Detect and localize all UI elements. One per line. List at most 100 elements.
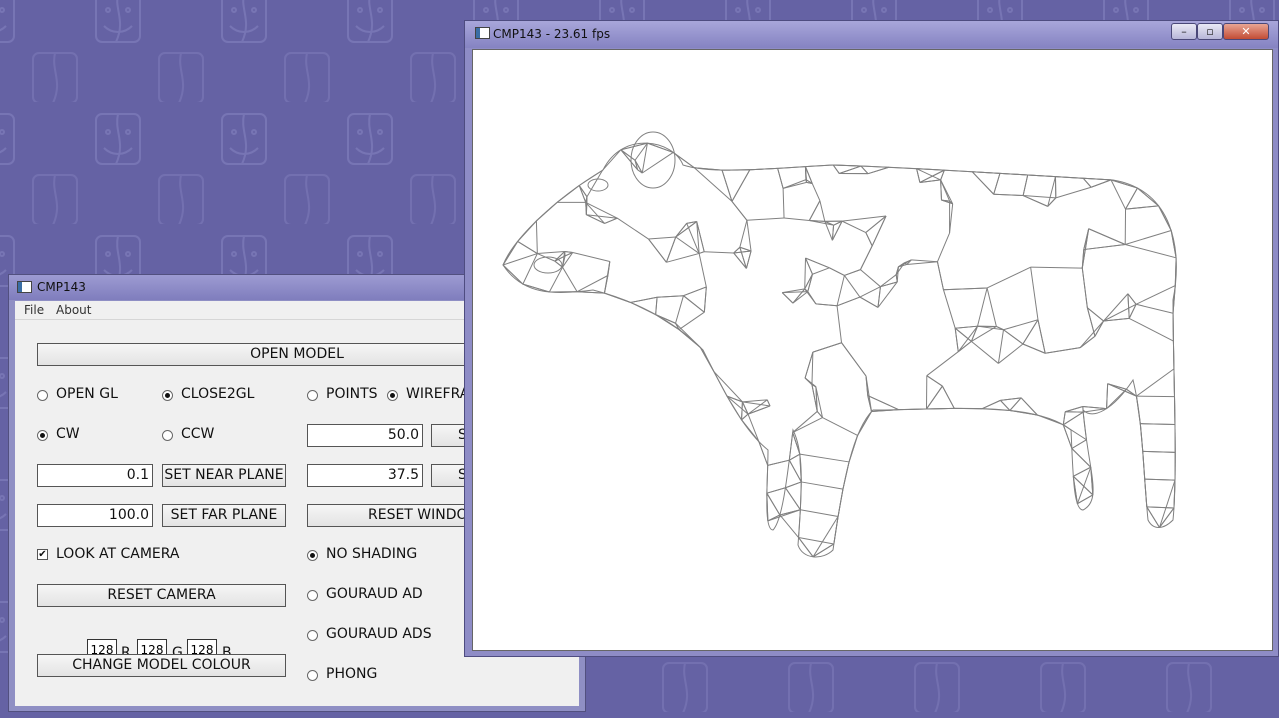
mesh-edge [789,453,801,461]
mesh-edge [842,461,850,490]
render-window-titlebar[interactable]: CMP143 - 23.61 fps – ▫ ✕ [465,21,1278,48]
mesh-edge [1079,335,1096,349]
mesh-edge [942,289,956,329]
mesh-edge [837,488,844,517]
mesh-edge [798,537,834,545]
far-plane-input[interactable]: 100.0 [37,504,153,527]
mesh-edge [1135,303,1174,314]
render-window-title: CMP143 - 23.61 fps [493,27,611,41]
mesh-edge [1045,347,1081,354]
mesh-edge [926,351,959,377]
radio-points[interactable]: POINTS [307,385,387,405]
mesh-edge [1144,478,1176,481]
mesh-edge [779,514,799,538]
mesh-edge [1063,411,1084,426]
fov-horizontal-input[interactable]: 50.0 [307,424,423,447]
mesh-edge [1127,293,1137,305]
mesh-edge [1146,506,1174,509]
radio-ccw[interactable]: CCW [162,425,232,445]
mesh-edge [807,274,813,292]
mesh-edge [805,164,834,168]
maximize-button[interactable]: ▫ [1197,23,1223,40]
render-viewport[interactable] [472,49,1273,651]
mesh-edge [741,413,749,421]
mesh-edge [1081,268,1088,308]
mesh-edge [556,185,580,203]
mesh-edge [1082,405,1107,410]
radio-cw[interactable]: CW [37,425,97,445]
change-model-colour-button[interactable]: CHANGE MODEL COLOUR [37,654,286,677]
mesh-edge [842,215,887,222]
mesh-edge [726,395,749,415]
radio-circle-selected [387,390,398,401]
mesh-edge [871,215,887,247]
close-button[interactable]: ✕ [1223,23,1269,40]
mesh-edge [655,297,658,315]
mesh-edge [576,275,609,293]
mesh-edge [758,441,769,466]
mesh-edge [548,266,563,293]
mesh-edge [1106,388,1127,409]
minimize-button[interactable]: – [1171,23,1197,40]
mesh-edge [731,201,748,221]
mesh-edge [1106,383,1109,409]
mesh-edge [819,200,826,222]
radio-circle-selected [162,390,173,401]
radio-no-shading-label: NO SHADING [326,546,418,562]
radio-wireframe-label: WIREFRA [406,386,470,402]
mesh-edge [648,236,676,240]
mesh-edge [655,314,676,324]
radio-phong[interactable]: PHONG [307,665,407,685]
mesh-edge [798,509,801,538]
mesh-edge [747,405,771,415]
reset-camera-button[interactable]: RESET CAMERA [37,584,286,607]
mesh-edge [739,220,748,248]
radio-gouraud-ad-label: GOURAUD AD [326,586,423,602]
look-at-camera-checkbox[interactable]: ✔ LOOK AT CAMERA [37,545,197,565]
radio-no-shading[interactable]: NO SHADING [307,545,437,565]
radio-circle [162,430,173,441]
mesh-edge [1158,205,1172,231]
set-far-plane-button[interactable]: SET FAR PLANE [162,504,286,527]
mesh-edge [898,408,927,411]
mesh-edge [822,417,858,436]
mesh-edge [1082,177,1092,188]
mesh-edge [1065,405,1084,413]
mesh-edge [1144,479,1148,507]
mesh-edge [1082,412,1087,440]
mesh-edge [517,241,538,254]
mesh-edge [1072,476,1078,504]
mesh-edge [630,296,658,303]
mesh-edge [1129,317,1174,342]
mesh-edge [749,167,778,171]
mesh-edge [699,347,715,372]
mesh-edge [726,395,742,421]
set-near-plane-button[interactable]: SET NEAR PLANE [162,464,286,487]
menu-about[interactable]: About [56,303,91,317]
mesh-edge [1062,424,1087,441]
near-plane-input[interactable]: 0.1 [37,464,153,487]
menu-file[interactable]: File [24,303,44,317]
radio-gouraud-ad[interactable]: GOURAUD AD [307,585,437,605]
mesh-edge [1173,368,1176,397]
mesh-edge [1135,396,1141,424]
mesh-edge [1030,266,1083,269]
mesh-edge [1135,285,1176,305]
mesh-edge [940,179,942,201]
mesh-edge [1072,475,1094,496]
mesh-edge [1030,267,1039,320]
mesh-edge [536,201,558,222]
mesh-edge [1136,395,1175,398]
radio-close2gl[interactable]: CLOSE2GL [162,385,282,405]
mesh-edge [1142,451,1146,480]
mesh-edge [1172,341,1175,369]
mesh-edge [766,399,771,407]
fov-vertical-input[interactable]: 37.5 [307,464,423,487]
mesh-edge [860,269,881,288]
radio-open-gl[interactable]: OPEN GL [37,385,137,405]
radio-gouraud-ads[interactable]: GOURAUD ADS [307,625,437,645]
radio-points-label: POINTS [326,386,378,402]
mesh-edge [766,465,769,494]
radio-circle-selected [307,550,318,561]
mesh-edge [1055,186,1092,199]
